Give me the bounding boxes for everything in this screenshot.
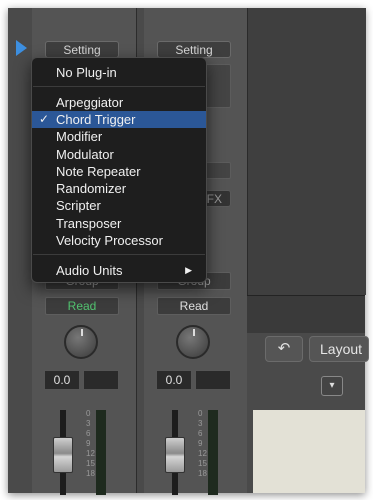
midi-fx-setting-button[interactable]: Setting — [157, 41, 231, 58]
pan-knob[interactable] — [176, 325, 210, 359]
automation-mode-button[interactable]: Read — [157, 297, 231, 315]
menu-item-chord-trigger[interactable]: ✓ Chord Trigger — [32, 111, 206, 128]
menu-item-velocity-processor[interactable]: Velocity Processor — [32, 232, 206, 249]
checkmark-icon: ✓ — [39, 112, 50, 126]
menu-item-modifier[interactable]: Modifier — [32, 128, 206, 145]
level-meter — [208, 410, 218, 495]
peak-value-field — [83, 370, 119, 390]
undo-button[interactable]: ↶ — [265, 336, 303, 362]
peak-value-field — [195, 370, 231, 390]
automation-mode-button[interactable]: Read — [45, 297, 119, 315]
slot-selected-arrow-icon — [16, 40, 27, 56]
tracks-area — [247, 8, 366, 295]
menu-item-note-repeater[interactable]: Note Repeater — [32, 163, 206, 180]
level-meter — [96, 410, 106, 495]
volume-fader-handle[interactable] — [53, 437, 73, 473]
pan-value-field[interactable]: 0.0 — [44, 370, 80, 390]
midi-fx-setting-button[interactable]: Setting — [45, 41, 119, 58]
volume-fader-handle[interactable] — [165, 437, 185, 473]
menu-item-modulator[interactable]: Modulator — [32, 146, 206, 163]
menu-item-transposer[interactable]: Transposer — [32, 215, 206, 232]
right-toolbar — [247, 295, 365, 334]
submenu-arrow-icon: ▶ — [185, 265, 192, 275]
meter-scale: 0 3 6 9 12 15 18 — [86, 409, 95, 478]
midi-fx-plugin-menu: No Plug-in Arpeggiator ✓ Chord Trigger M… — [31, 57, 207, 283]
collapse-icon[interactable]: ▾ — [321, 376, 343, 396]
menu-item-audio-units[interactable]: Audio Units ▶ — [32, 262, 206, 279]
layout-button[interactable]: Layout — [309, 336, 369, 362]
meter-scale: 0 3 6 9 12 15 18 — [198, 409, 207, 478]
undo-icon: ↶ — [277, 340, 291, 357]
menu-item-label: Chord Trigger — [56, 112, 136, 127]
menu-item-arpeggiator[interactable]: Arpeggiator — [32, 94, 206, 111]
menu-separator — [33, 254, 205, 255]
fx-label: FX — [206, 192, 222, 206]
editor-panel — [253, 410, 365, 493]
menu-item-label: Audio Units — [56, 263, 123, 278]
menu-item-scripter[interactable]: Scripter — [32, 197, 206, 214]
pan-value-field[interactable]: 0.0 — [156, 370, 192, 390]
menu-item-no-plugin[interactable]: No Plug-in — [32, 64, 206, 81]
pan-knob[interactable] — [64, 325, 98, 359]
menu-item-randomizer[interactable]: Randomizer — [32, 180, 206, 197]
menu-separator — [33, 86, 205, 87]
